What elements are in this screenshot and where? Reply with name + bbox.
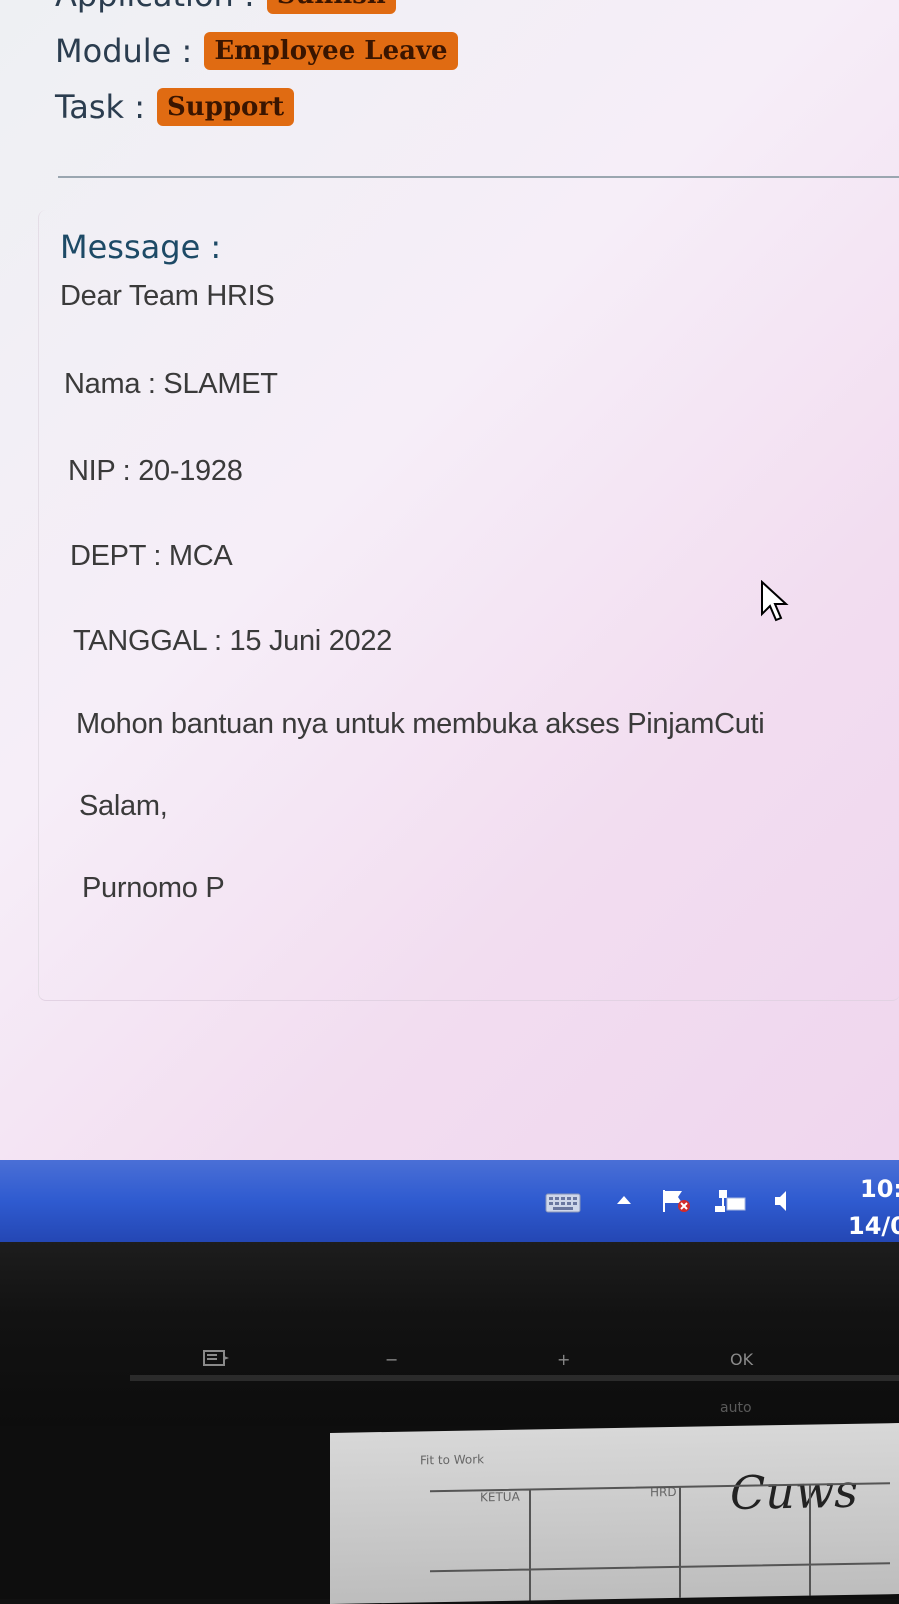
application-badge: Sunfish xyxy=(266,0,396,14)
message-title: Message : xyxy=(60,228,222,266)
bezel-plus-button[interactable]: + xyxy=(557,1350,570,1369)
monitor-bezel xyxy=(0,1242,899,1426)
clock-time[interactable]: 10: xyxy=(860,1175,899,1203)
module-label: Module : xyxy=(55,32,193,70)
divider xyxy=(58,176,899,178)
keyboard-icon[interactable] xyxy=(545,1188,581,1214)
module-badge: Employee Leave xyxy=(204,32,458,70)
message-tanggal: TANGGAL : 15 Juni 2022 xyxy=(73,625,393,657)
message-dept: DEPT : MCA xyxy=(70,540,233,572)
message-request: Mohon bantuan nya untuk membuka akses Pi… xyxy=(76,708,765,740)
application-line: Application : Sunfish xyxy=(55,0,396,14)
message-nip: NIP : 20-1928 xyxy=(68,455,243,487)
message-nama: Nama : SLAMET xyxy=(64,368,278,400)
menu-icon[interactable] xyxy=(202,1348,232,1370)
paper-table-lines xyxy=(430,1482,890,1601)
task-label: Task : xyxy=(55,88,146,126)
network-icon[interactable] xyxy=(713,1188,747,1214)
message-signature: Purnomo P xyxy=(82,872,225,904)
bezel-auto-label: auto xyxy=(720,1400,752,1416)
clock-date[interactable]: 14/0 xyxy=(848,1212,899,1240)
bezel-minus-button[interactable]: − xyxy=(385,1350,398,1369)
bezel-ok-button[interactable]: OK xyxy=(730,1350,753,1369)
application-label: Application : xyxy=(55,0,255,14)
bezel-strip xyxy=(130,1375,899,1381)
message-closing: Salam, xyxy=(79,790,168,822)
mouse-cursor-icon xyxy=(761,580,789,622)
task-badge: Support xyxy=(157,88,295,126)
task-line: Task : Support xyxy=(55,88,295,126)
show-hidden-icons-arrow[interactable] xyxy=(614,1188,634,1214)
taskbar xyxy=(0,1160,899,1242)
paper-header: Fit to Work xyxy=(420,1452,485,1468)
volume-icon[interactable] xyxy=(772,1188,794,1214)
module-line: Module : Employee Leave xyxy=(55,32,458,70)
message-greeting: Dear Team HRIS xyxy=(60,280,275,312)
action-center-flag-icon[interactable] xyxy=(660,1188,694,1214)
paper-form: Fit to Work KETUA HRD Cuws xyxy=(330,1423,899,1604)
screen: Application : Sunfish Module : Employee … xyxy=(0,0,899,1160)
